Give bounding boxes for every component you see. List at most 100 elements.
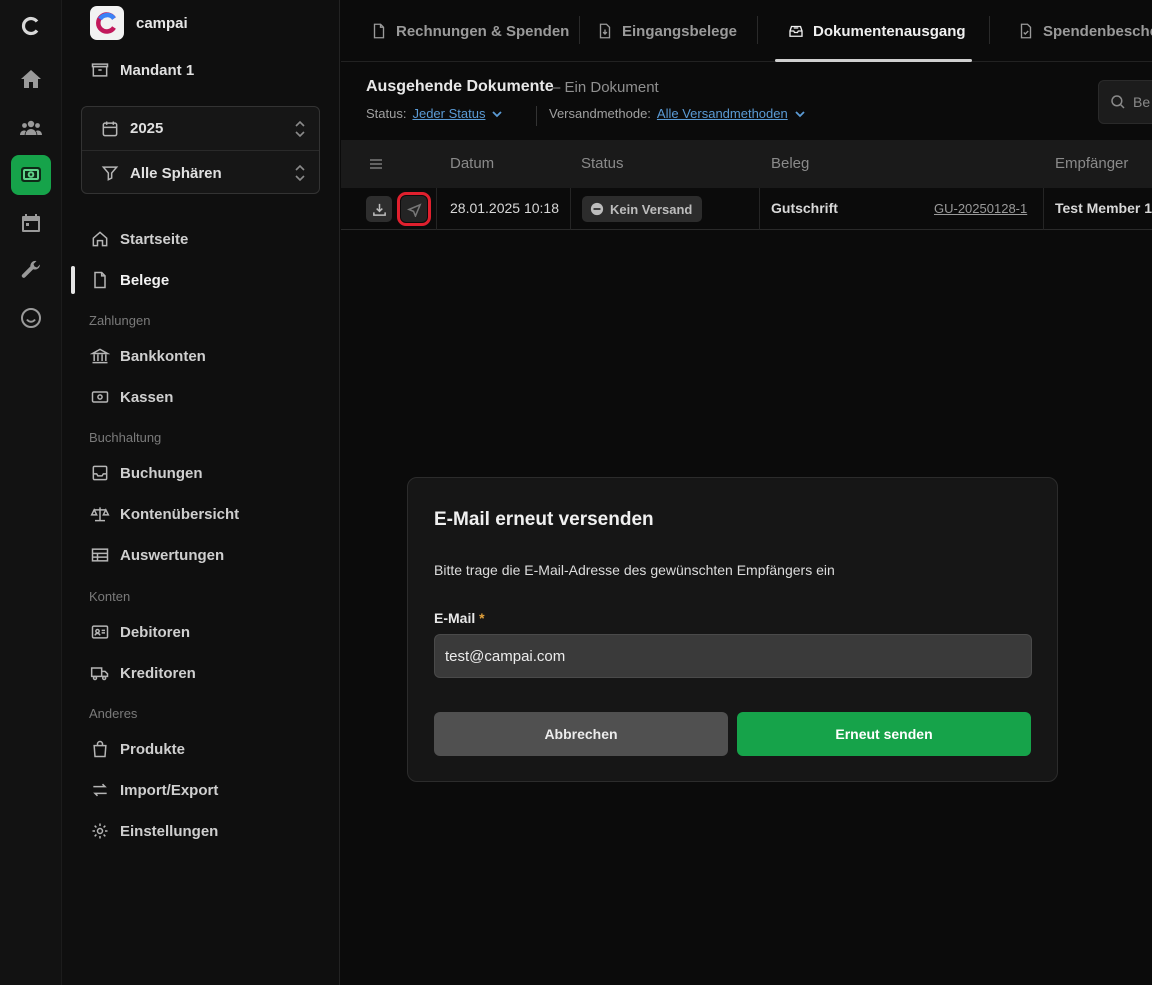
nav-label: Kreditoren: [120, 664, 196, 682]
nav-section-buchhaltung: Buchhaltung: [89, 430, 162, 445]
download-icon: [372, 203, 386, 216]
search-input[interactable]: Be: [1098, 80, 1152, 124]
nav-active-indicator: [71, 266, 75, 294]
tab-divider: [989, 16, 990, 44]
icon-rail: [0, 0, 62, 985]
calendar-icon[interactable]: [11, 203, 51, 243]
tab-spendenbescheinigungen[interactable]: Spendenbesche: [1017, 0, 1152, 62]
column-empfaenger[interactable]: Empfänger: [1055, 155, 1128, 172]
cell-divider: [1043, 188, 1044, 230]
outbox-icon: [789, 25, 803, 37]
table-row[interactable]: 28.01.2025 10:18 Kein Versand Gutschrift…: [341, 188, 1152, 230]
home-icon: [92, 231, 108, 247]
column-menu-icon[interactable]: [368, 156, 384, 172]
tab-label: Spendenbesche: [1043, 22, 1152, 40]
row-recipient: Test Member 1: [1055, 200, 1152, 216]
nav-item-import-export[interactable]: Import/Export: [90, 775, 218, 805]
dialog-description: Bitte trage die E-Mail-Adresse des gewün…: [434, 562, 835, 578]
email-label-text: E-Mail: [434, 610, 476, 626]
resend-button[interactable]: Erneut senden: [737, 712, 1031, 756]
tab-label: Rechnungen & Spenden: [396, 22, 570, 40]
document-check-icon: [1020, 23, 1032, 39]
nav-item-auswertungen[interactable]: Auswertungen: [90, 540, 224, 570]
updown-chevron-icon: [295, 164, 305, 182]
column-datum[interactable]: Datum: [450, 155, 494, 172]
cancel-button[interactable]: Abbrechen: [434, 712, 728, 756]
nav-item-kassen[interactable]: Kassen: [90, 382, 173, 412]
gear-icon: [92, 823, 108, 839]
table-header: Datum Status Beleg Empfänger: [341, 140, 1152, 188]
status-filter[interactable]: Status: Jeder Status: [366, 106, 503, 121]
chevron-down-icon: [795, 110, 805, 117]
nav-section-zahlungen: Zahlungen: [89, 313, 151, 328]
nav-label: Auswertungen: [120, 546, 225, 564]
box-icon: [91, 63, 109, 77]
nav-label: Import/Export: [120, 781, 219, 799]
nav-item-kontenuebersicht[interactable]: Kontenübersicht: [90, 499, 239, 529]
filter-selector: 2025 Alle Sphären: [81, 106, 320, 194]
cell-divider: [436, 188, 437, 230]
shopping-bag-icon: [93, 740, 107, 758]
org-switcher[interactable]: campai: [90, 6, 188, 40]
nav-item-belege[interactable]: Belege: [90, 265, 169, 295]
row-date: 28.01.2025 10:18: [450, 200, 559, 216]
nav-item-kreditoren[interactable]: Kreditoren: [90, 658, 196, 688]
row-beleg-number[interactable]: GU-20250128-1: [934, 201, 1027, 216]
method-filter-value[interactable]: Alle Versandmethoden: [657, 106, 788, 121]
column-status[interactable]: Status: [581, 155, 624, 172]
download-button[interactable]: [366, 196, 392, 222]
row-beleg-type: Gutschrift: [771, 200, 838, 216]
nav-item-einstellungen[interactable]: Einstellungen: [90, 816, 218, 846]
calendar-icon: [102, 121, 118, 136]
wrench-icon[interactable]: [11, 250, 51, 290]
scale-icon: [90, 507, 110, 522]
document-icon: [373, 23, 385, 39]
method-filter[interactable]: Versandmethode: Alle Versandmethoden: [549, 106, 806, 121]
finance-icon[interactable]: [11, 155, 51, 195]
nav-label: Bankkonten: [120, 347, 206, 365]
search-icon: [1111, 95, 1125, 109]
dialog-title: E-Mail erneut versenden: [434, 509, 654, 530]
home-icon[interactable]: [11, 59, 51, 99]
nav-item-produkte[interactable]: Produkte: [90, 734, 185, 764]
resend-email-button[interactable]: [397, 192, 431, 226]
table-icon: [91, 548, 109, 562]
campai-logo-icon[interactable]: [11, 6, 51, 46]
nav-item-debitoren[interactable]: Debitoren: [90, 617, 190, 647]
document-count: – Ein Dokument: [552, 79, 659, 96]
document-download-icon: [599, 23, 611, 39]
tab-divider: [757, 16, 758, 44]
id-card-icon: [91, 625, 109, 639]
nav-item-bankkonten[interactable]: Bankkonten: [90, 341, 206, 371]
nav-item-startseite[interactable]: Startseite: [90, 224, 188, 254]
tab-eingangsbelege[interactable]: Eingangsbelege: [596, 0, 737, 62]
nav-label: Debitoren: [120, 623, 191, 641]
tab-rechnungen-spenden[interactable]: Rechnungen & Spenden: [370, 0, 569, 62]
year-select[interactable]: 2025: [82, 107, 319, 151]
tab-dokumentenausgang[interactable]: Dokumentenausgang: [787, 0, 966, 62]
method-filter-label: Versandmethode:: [549, 106, 651, 121]
nav-label: Buchungen: [120, 464, 203, 482]
status-filter-value[interactable]: Jeder Status: [412, 106, 485, 121]
mandant-switcher[interactable]: Mandant 1: [90, 60, 194, 80]
tab-divider: [579, 16, 580, 44]
required-marker: *: [479, 610, 485, 626]
nav-item-buchungen[interactable]: Buchungen: [90, 458, 203, 488]
email-field[interactable]: [434, 634, 1032, 678]
email-field-label: E-Mail *: [434, 610, 485, 626]
column-beleg[interactable]: Beleg: [771, 155, 809, 172]
resend-email-dialog: E-Mail erneut versenden Bitte trage die …: [407, 477, 1058, 782]
inbox-icon: [92, 465, 108, 481]
chevron-down-icon: [492, 110, 503, 117]
status-badge-label: Kein Versand: [610, 201, 693, 217]
document-icon: [94, 271, 106, 289]
nav-label: Belege: [120, 271, 170, 289]
nav-section-anderes: Anderes: [89, 706, 138, 721]
sphere-select[interactable]: Alle Sphären: [82, 151, 319, 195]
chat-support-icon[interactable]: [11, 298, 51, 338]
status-filter-label: Status:: [366, 106, 407, 121]
members-icon[interactable]: [11, 108, 51, 148]
arrows-exchange-icon: [93, 783, 107, 797]
tab-label: Eingangsbelege: [622, 22, 738, 40]
page-title: Ausgehende Dokumente: [366, 78, 554, 95]
